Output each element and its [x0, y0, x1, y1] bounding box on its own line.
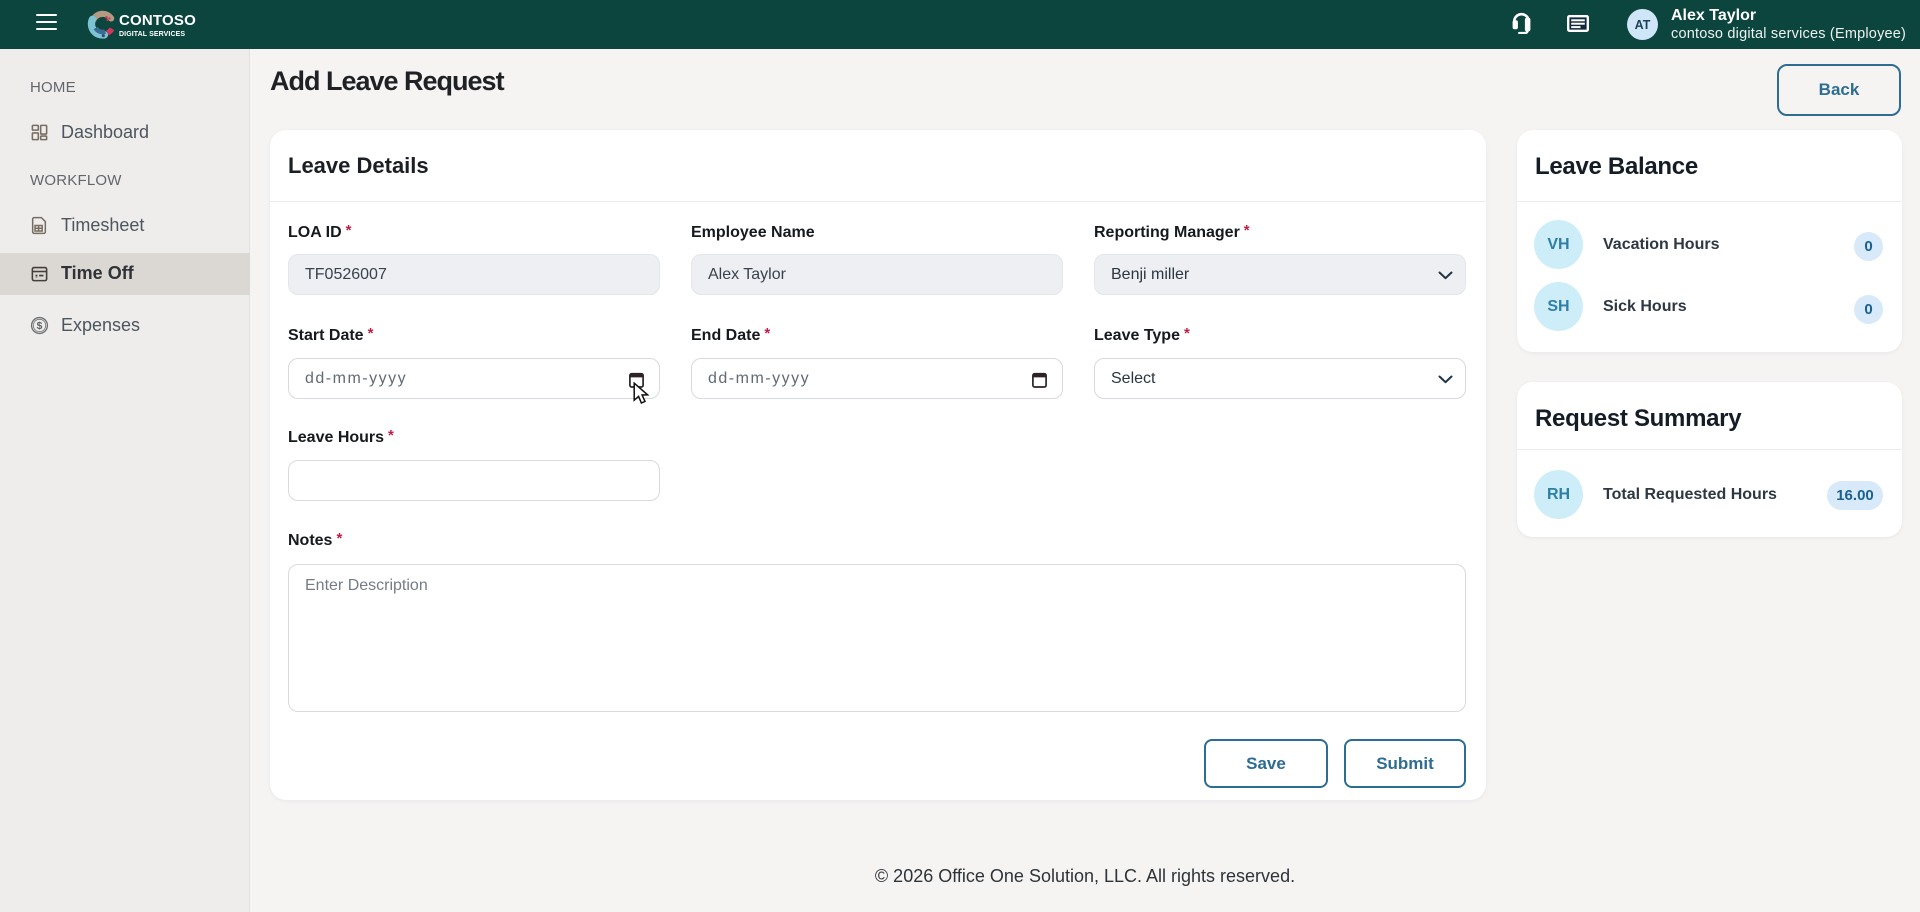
svg-text:$: $: [37, 321, 43, 332]
